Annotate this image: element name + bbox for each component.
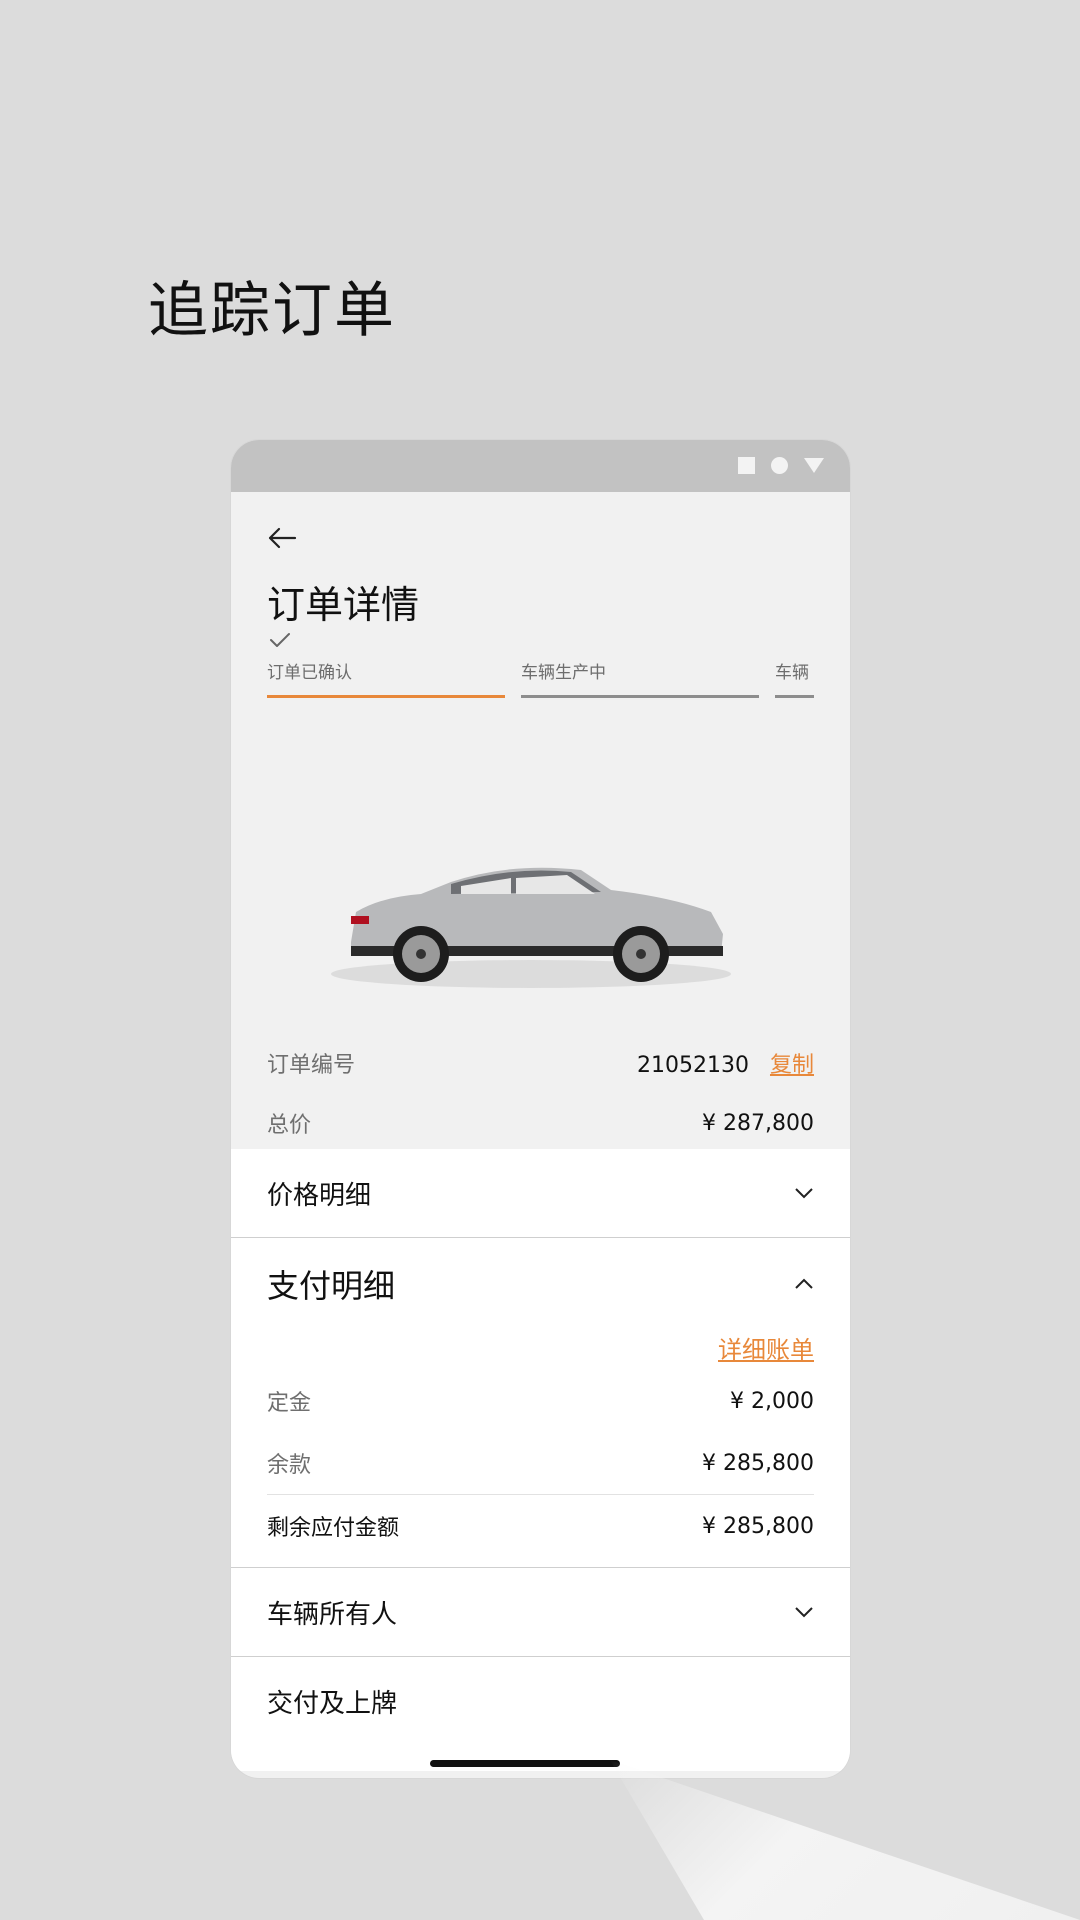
order-header-section: 订单详情 订单已确认 车辆生产中 车辆 订单编号 21052130 复制 总价 … xyxy=(231,492,850,1149)
order-number-row: 订单编号 21052130 复制 xyxy=(267,1047,814,1079)
total-price-row: 总价 ¥ 287,800 xyxy=(267,1107,814,1139)
car-image xyxy=(331,867,731,988)
step-label: 订单已确认 xyxy=(267,663,352,683)
remaining-value: ¥ 285,800 xyxy=(702,1513,814,1539)
order-number-label: 订单编号 xyxy=(267,1053,356,1078)
section-title: 价格明细 xyxy=(267,1180,372,1211)
remaining-label: 剩余应付金额 xyxy=(267,1516,400,1541)
chevron-up-icon xyxy=(795,1278,813,1289)
balance-value: ¥ 285,800 xyxy=(702,1450,814,1476)
copy-link[interactable]: 复制 xyxy=(770,1053,814,1078)
payment-details-section: 支付明细 详细账单 定金 ¥ 2,000 余款 ¥ 285,800 剩余应付金额… xyxy=(231,1237,850,1567)
vehicle-owner-header[interactable]: 车辆所有人 xyxy=(231,1568,850,1656)
step-order-confirmed: 订单已确认 xyxy=(267,658,505,698)
section-title: 车辆所有人 xyxy=(267,1599,398,1630)
order-progress-steps: 订单已确认 车辆生产中 车辆 xyxy=(267,658,814,698)
total-price-value: ¥ 287,800 xyxy=(702,1110,814,1136)
square-icon xyxy=(738,457,755,474)
payment-details-header[interactable]: 支付明细 xyxy=(231,1238,850,1330)
detailed-bill-link[interactable]: 详细账单 xyxy=(231,1330,850,1370)
deposit-label: 定金 xyxy=(267,1391,312,1416)
section-title: 支付明细 xyxy=(267,1267,396,1305)
step-next: 车辆 xyxy=(775,658,814,698)
step-vehicle-production: 车辆生产中 xyxy=(521,658,759,698)
triangle-icon xyxy=(804,458,824,473)
step-progress-bar xyxy=(775,695,814,698)
vehicle-owner-section[interactable]: 车辆所有人 xyxy=(231,1567,850,1656)
price-details-section[interactable]: 价格明细 xyxy=(231,1149,850,1237)
deposit-row: 定金 ¥ 2,000 xyxy=(231,1370,850,1432)
total-price-label: 总价 xyxy=(267,1113,312,1138)
back-arrow-icon[interactable] xyxy=(267,526,297,550)
step-progress-bar xyxy=(521,695,759,698)
delivery-header[interactable]: 交付及上牌 xyxy=(231,1657,850,1771)
phone-mockup: 订单详情 订单已确认 车辆生产中 车辆 订单编号 21052130 复制 总价 … xyxy=(231,440,850,1778)
home-indicator xyxy=(430,1760,620,1767)
section-title: 交付及上牌 xyxy=(267,1689,398,1719)
decorative-shadow xyxy=(610,1760,1080,1920)
step-label: 车辆生产中 xyxy=(521,663,606,683)
hero-title: 追踪订单 xyxy=(148,276,396,346)
balance-label: 余款 xyxy=(267,1453,312,1478)
deposit-value: ¥ 2,000 xyxy=(730,1388,814,1414)
chevron-down-icon xyxy=(795,1188,813,1199)
circle-icon xyxy=(771,457,788,474)
status-bar xyxy=(231,440,850,492)
page-title: 订单详情 xyxy=(267,583,420,627)
delivery-section[interactable]: 交付及上牌 xyxy=(231,1656,850,1771)
order-number-value: 21052130 xyxy=(637,1053,749,1078)
step-label: 车辆 xyxy=(775,663,809,683)
balance-row: 余款 ¥ 285,800 xyxy=(231,1432,850,1494)
price-details-header[interactable]: 价格明细 xyxy=(231,1149,850,1237)
check-icon xyxy=(270,633,290,647)
chevron-down-icon xyxy=(795,1607,813,1618)
step-progress-bar xyxy=(267,695,505,698)
remaining-row: 剩余应付金额 ¥ 285,800 xyxy=(231,1495,850,1557)
